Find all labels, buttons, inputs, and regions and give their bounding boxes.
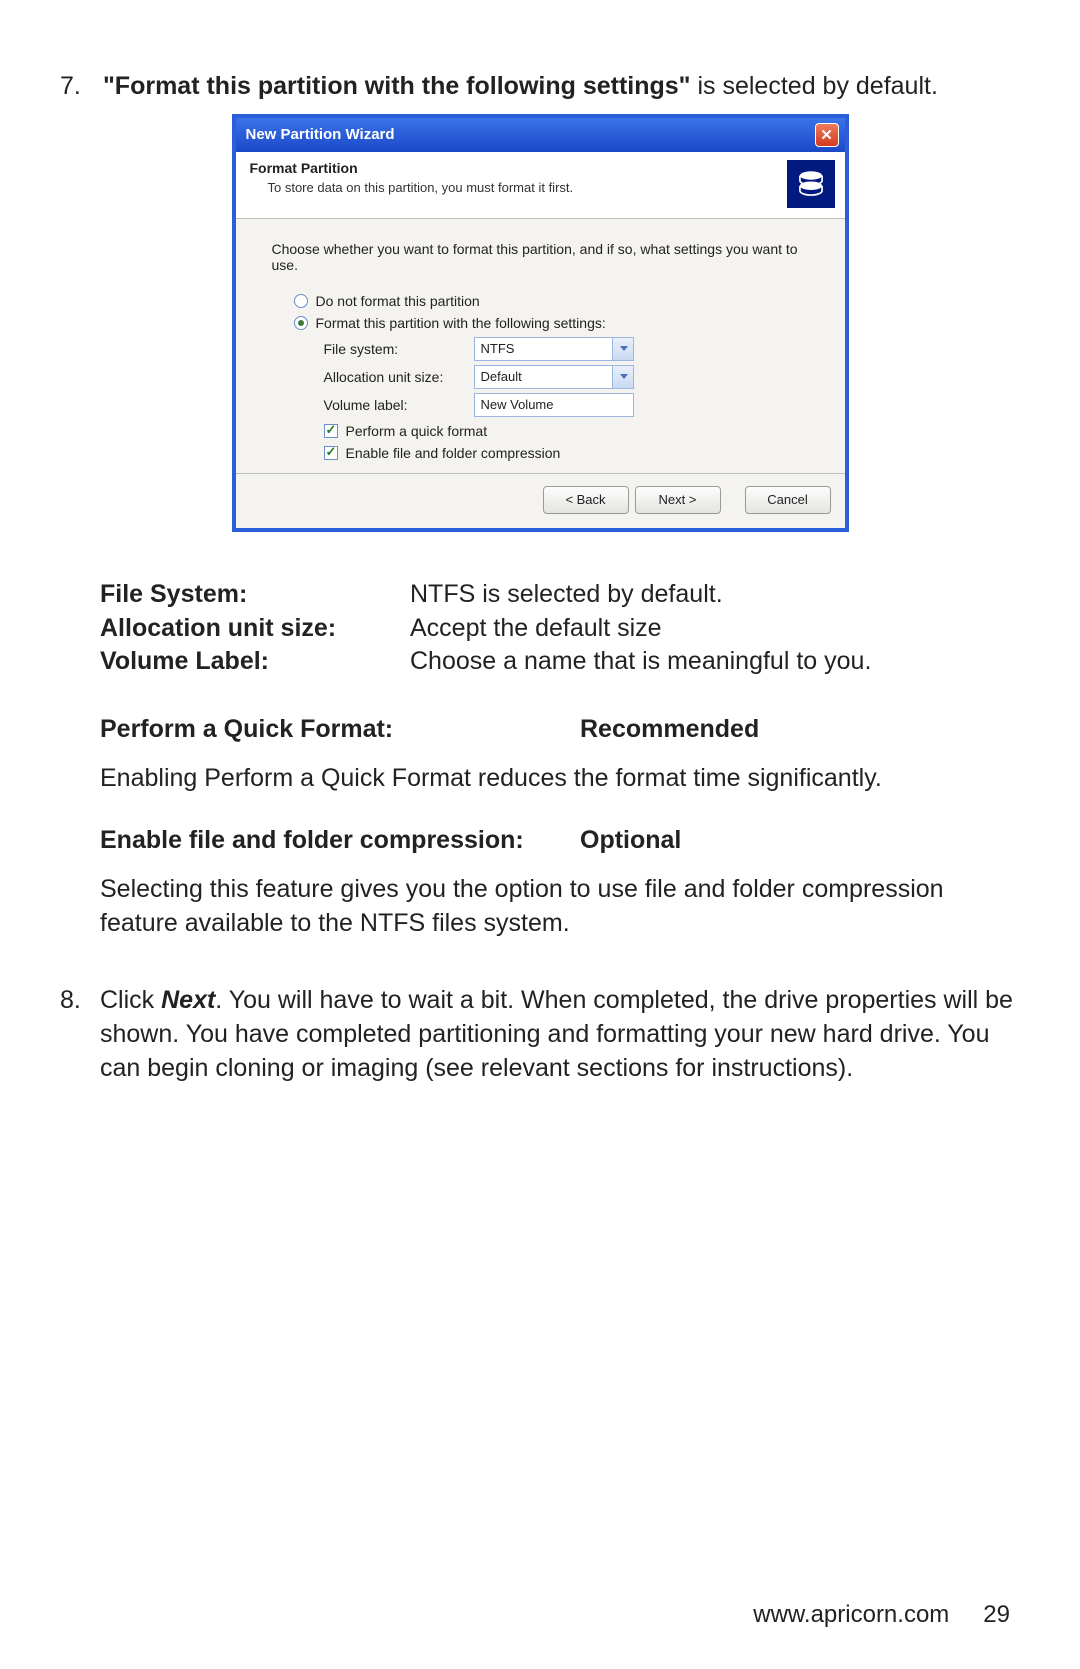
volume-label-input[interactable]: New Volume [474, 393, 634, 417]
page-number: 29 [983, 1601, 1010, 1629]
field-definitions: File System: NTFS is selected by default… [100, 578, 1020, 679]
step-8-next-word: Next [161, 986, 215, 1014]
next-button[interactable]: Next > [635, 486, 721, 514]
radio-icon [294, 316, 308, 330]
titlebar: New Partition Wizard ✕ [236, 118, 845, 152]
radio-label: Do not format this partition [316, 293, 480, 309]
wizard-header-text: Format Partition To store data on this p… [250, 160, 574, 208]
wizard-prompt: Choose whether you want to format this p… [272, 241, 809, 273]
def-allocation-value: Accept the default size [410, 612, 1020, 646]
step-7-rest: is selected by default. [691, 72, 938, 100]
quick-format-key: Perform a Quick Format: [100, 715, 580, 744]
quick-format-checkbox-row[interactable]: Perform a quick format [324, 423, 809, 439]
quick-format-label: Perform a quick format [346, 423, 488, 439]
compression-description: Selecting this feature gives you the opt… [100, 873, 980, 941]
chevron-down-icon [620, 374, 628, 379]
partition-icon [787, 160, 835, 208]
file-system-label: File system: [324, 341, 474, 357]
cancel-button[interactable]: Cancel [745, 486, 831, 514]
new-partition-wizard-window: New Partition Wizard ✕ Format Partition … [232, 114, 849, 532]
checkbox-icon [324, 424, 338, 438]
window-title: New Partition Wizard [246, 126, 395, 143]
chevron-down-icon [620, 346, 628, 351]
step-8-lead: Click [100, 986, 161, 1014]
wizard-content: Choose whether you want to format this p… [236, 219, 845, 473]
compression-heading: Enable file and folder compression: Opti… [100, 826, 1020, 855]
wizard-header: Format Partition To store data on this p… [236, 152, 845, 219]
step-8-text: 8. Click Next. You will have to wait a b… [60, 984, 1020, 1085]
step-7-bold: "Format this partition with the followin… [103, 72, 691, 100]
quick-format-description: Enabling Perform a Quick Format reduces … [100, 762, 980, 796]
def-volume-value: Choose a name that is meaningful to you. [410, 645, 1020, 679]
page-footer: www.apricorn.com 29 [753, 1601, 1010, 1629]
compression-label: Enable file and folder compression [346, 445, 561, 461]
wizard-header-title: Format Partition [250, 160, 574, 176]
step-7-number: 7. [60, 70, 96, 104]
quick-format-value: Recommended [580, 715, 759, 744]
radio-label: Format this partition with the following… [316, 315, 606, 331]
volume-label-label: Volume label: [324, 397, 474, 413]
allocation-unit-value: Default [481, 369, 522, 384]
close-icon: ✕ [820, 126, 833, 144]
volume-label-value: New Volume [481, 397, 554, 412]
radio-icon [294, 294, 308, 308]
file-system-value: NTFS [481, 341, 515, 356]
allocation-unit-dropdown[interactable]: Default [474, 365, 634, 389]
file-system-dropdown[interactable]: NTFS [474, 337, 634, 361]
def-file-system-value: NTFS is selected by default. [410, 578, 1020, 612]
step-7-text: 7. "Format this partition with the follo… [60, 70, 1020, 104]
def-allocation-label: Allocation unit size: [100, 612, 410, 646]
def-file-system-label: File System: [100, 578, 410, 612]
compression-key: Enable file and folder compression: [100, 826, 580, 855]
step-8-number: 8. [60, 984, 100, 1085]
radio-format-with-settings[interactable]: Format this partition with the following… [294, 315, 809, 331]
step-8-rest: . You will have to wait a bit. When comp… [100, 986, 1013, 1082]
def-volume-label: Volume Label: [100, 645, 410, 679]
back-button[interactable]: < Back [543, 486, 629, 514]
wizard-button-bar: < Back Next > Cancel [236, 473, 845, 528]
wizard-header-subtitle: To store data on this partition, you mus… [268, 180, 574, 195]
quick-format-heading: Perform a Quick Format: Recommended [100, 715, 1020, 744]
compression-value: Optional [580, 826, 681, 855]
close-button[interactable]: ✕ [815, 123, 839, 147]
checkbox-icon [324, 446, 338, 460]
footer-url: www.apricorn.com [753, 1601, 949, 1629]
compression-checkbox-row[interactable]: Enable file and folder compression [324, 445, 809, 461]
allocation-unit-label: Allocation unit size: [324, 369, 474, 385]
radio-do-not-format[interactable]: Do not format this partition [294, 293, 809, 309]
format-settings-group: File system: NTFS Allocation unit size: … [324, 337, 809, 461]
